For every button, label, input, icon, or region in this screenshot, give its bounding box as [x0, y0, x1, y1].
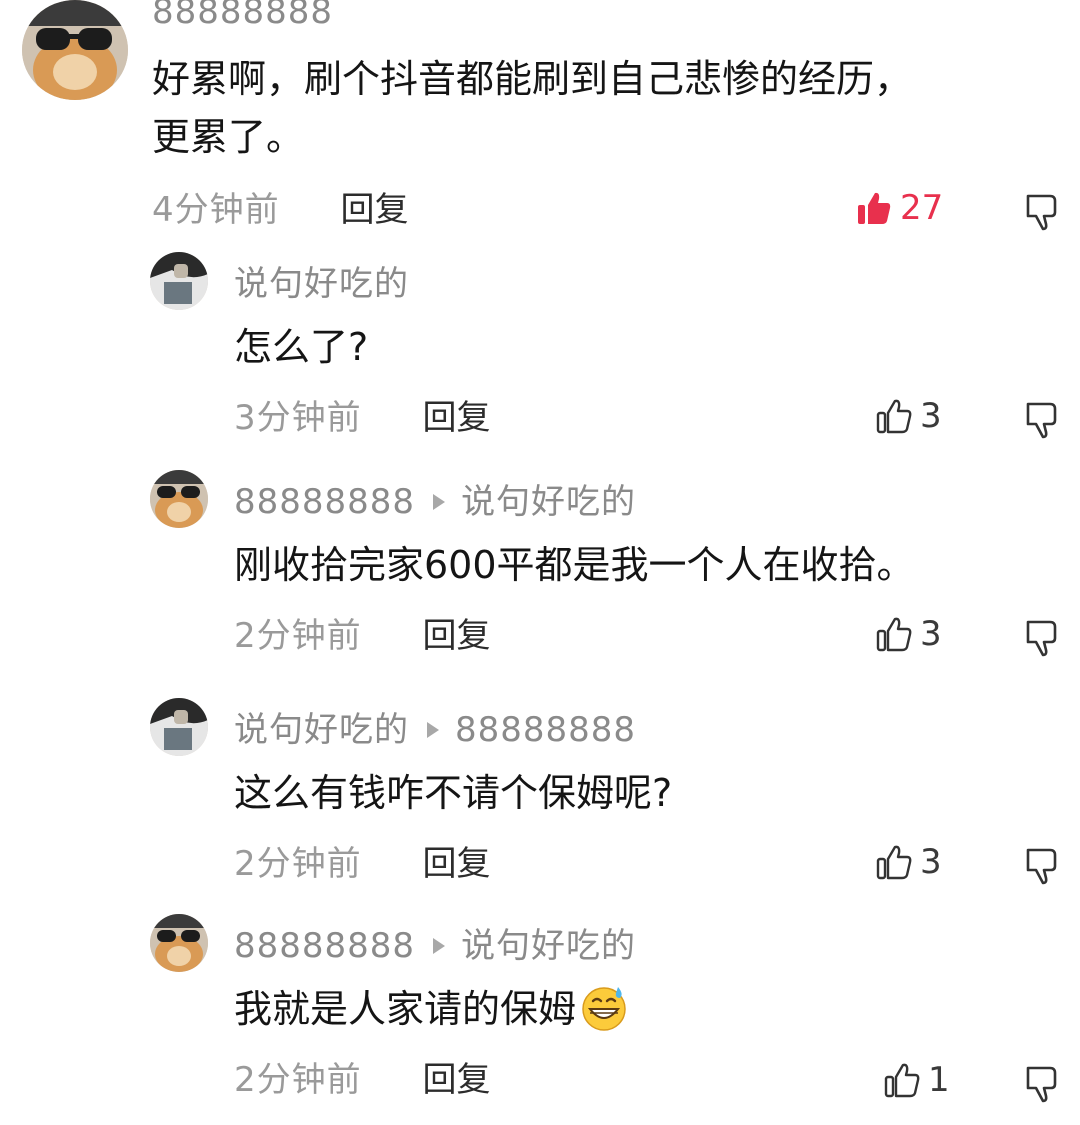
- like-count: 3: [920, 396, 942, 436]
- avatar[interactable]: [150, 252, 208, 310]
- grinning-sweat-emoji-icon: [582, 986, 626, 1031]
- reply-button[interactable]: 回复: [422, 398, 490, 438]
- thumbs-down-icon: [1026, 1066, 1057, 1103]
- avatar-image-icon: [150, 252, 208, 310]
- thumbs-up-icon: [876, 617, 912, 652]
- thumbs-up-icon: [876, 845, 912, 880]
- dislike-button[interactable]: [1024, 192, 1060, 232]
- thumbs-down-icon: [1026, 848, 1057, 885]
- like-count: 3: [920, 614, 942, 654]
- reply-target[interactable]: 说句好吃的: [461, 482, 636, 522]
- like-button[interactable]: 1: [884, 1060, 950, 1100]
- avatar-cat-icon: [150, 470, 208, 528]
- reply-username[interactable]: 说句好吃的 88888888: [234, 710, 636, 750]
- avatar-cat-icon: [150, 914, 208, 972]
- thumbs-down-icon: [1026, 194, 1057, 231]
- avatar[interactable]: [150, 470, 208, 528]
- comment-text: 好累啊，刷个抖音都能刷到自己悲惨的经历， 更累了。: [152, 57, 913, 159]
- like-button[interactable]: 3: [876, 396, 942, 436]
- reply-arrow-icon: [427, 721, 439, 738]
- reply-target[interactable]: 88888888: [455, 710, 636, 750]
- reply-meta: 2分钟前 回复: [234, 1060, 490, 1100]
- reply-username[interactable]: 说句好吃的: [234, 264, 409, 304]
- dislike-button[interactable]: [1024, 618, 1060, 658]
- reply-button[interactable]: 回复: [422, 1060, 490, 1100]
- comment-thread: 88888888 好累啊，刷个抖音都能刷到自己悲惨的经历， 更累了。 4分钟前 …: [0, 0, 1080, 1125]
- dislike-button[interactable]: [1024, 400, 1060, 440]
- thumbs-up-filled-icon: [858, 192, 891, 224]
- reply-button[interactable]: 回复: [422, 616, 490, 656]
- avatar[interactable]: [150, 698, 208, 756]
- thumbs-up-icon: [884, 1063, 920, 1098]
- reply-text: 怎么了?: [234, 325, 369, 369]
- reply-time: 3分钟前: [234, 398, 362, 438]
- reply-username[interactable]: 88888888 说句好吃的: [234, 482, 636, 522]
- comment-username[interactable]: 88888888: [152, 0, 333, 32]
- comment-time: 4分钟前: [152, 190, 280, 230]
- dislike-button[interactable]: [1024, 846, 1060, 886]
- thumbs-down-icon: [1026, 402, 1057, 439]
- reply-meta: 3分钟前 回复: [234, 398, 490, 438]
- comment-meta: 4分钟前 回复: [152, 190, 408, 230]
- like-count: 3: [920, 842, 942, 882]
- reply-arrow-icon: [433, 937, 446, 954]
- thumbs-down-icon: [1026, 620, 1057, 657]
- reply-arrow-icon: [433, 493, 446, 510]
- like-count: 1: [928, 1060, 950, 1100]
- like-button[interactable]: 27: [856, 188, 943, 228]
- avatar-cat-icon: [22, 0, 128, 100]
- reply-button[interactable]: 回复: [422, 844, 490, 884]
- reply-meta: 2分钟前 回复: [234, 844, 490, 884]
- avatar[interactable]: [22, 0, 128, 100]
- avatar[interactable]: [150, 914, 208, 972]
- avatar-image-icon: [150, 698, 208, 756]
- like-button[interactable]: 3: [876, 614, 942, 654]
- dislike-button[interactable]: [1024, 1064, 1060, 1104]
- reply-button[interactable]: 回复: [340, 190, 408, 230]
- like-button[interactable]: 3: [876, 842, 942, 882]
- reply-text: 我就是人家请的保姆: [234, 980, 628, 1038]
- reply-text: 刚收拾完家600平都是我一个人在收拾。: [234, 543, 915, 587]
- reply-username[interactable]: 88888888 说句好吃的: [234, 926, 636, 966]
- reply-target[interactable]: 说句好吃的: [461, 926, 636, 966]
- reply-meta: 2分钟前 回复: [234, 616, 490, 656]
- like-count: 27: [900, 188, 944, 228]
- reply-time: 2分钟前: [234, 1060, 362, 1100]
- thumbs-up-icon: [876, 399, 912, 434]
- reply-time: 2分钟前: [234, 616, 362, 656]
- reply-time: 2分钟前: [234, 844, 362, 884]
- reply-text: 这么有钱咋不请个保姆呢?: [234, 771, 673, 815]
